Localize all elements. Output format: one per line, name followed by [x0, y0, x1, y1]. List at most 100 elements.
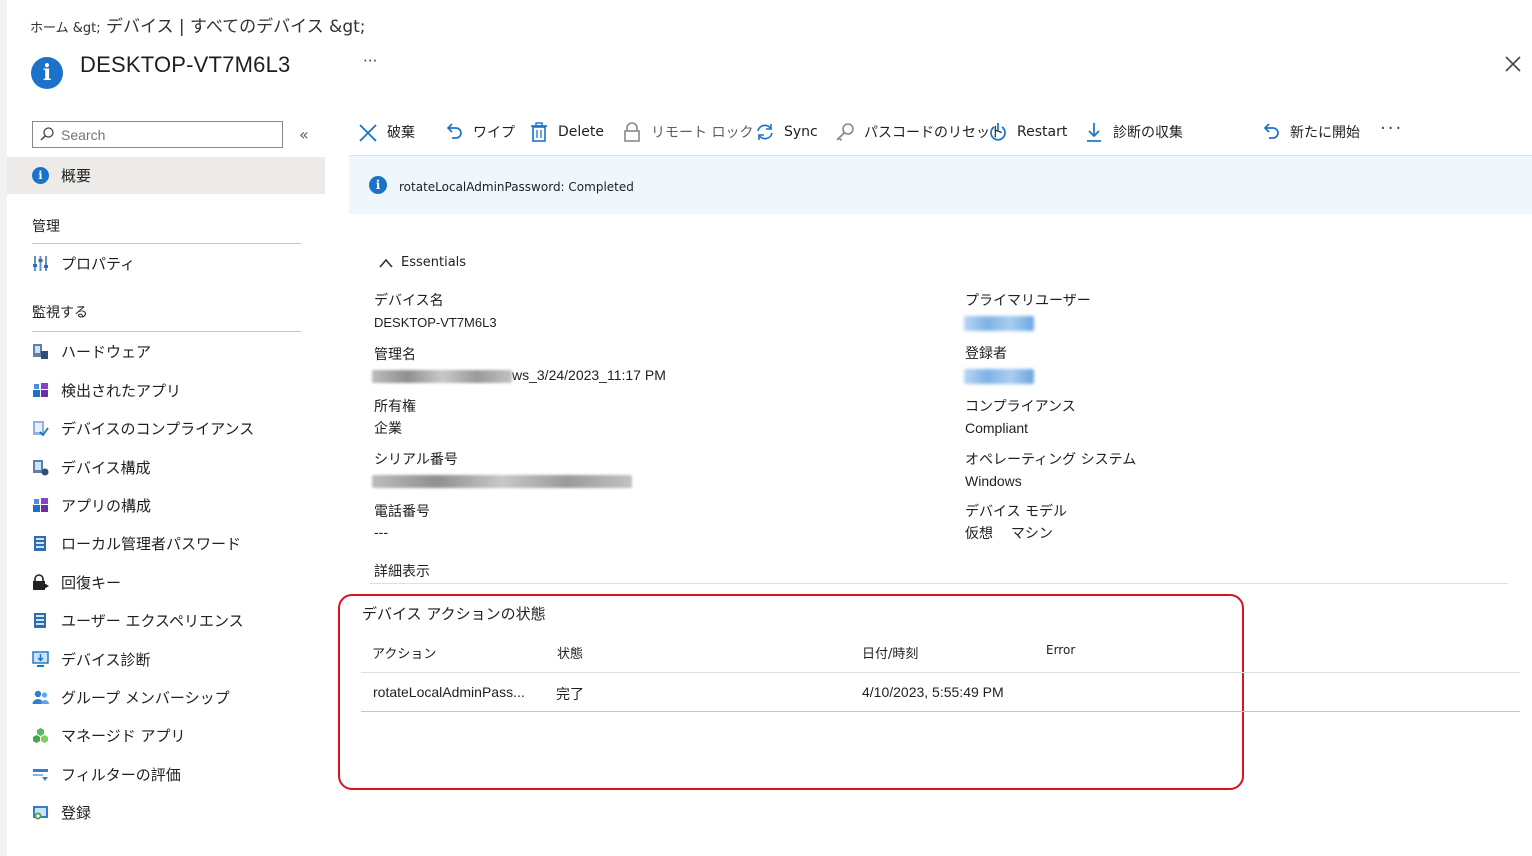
- sidebar-item-overview[interactable]: i 概要: [32, 163, 91, 187]
- sidebar-item-device-config[interactable]: デバイス構成: [32, 455, 151, 479]
- os-label: オペレーティング システム: [965, 452, 1137, 468]
- close-icon[interactable]: [1502, 53, 1524, 75]
- chevron-up-icon: [379, 258, 393, 268]
- delete-button[interactable]: Delete: [529, 118, 604, 146]
- sidebar-item-enrollment[interactable]: 登録: [32, 800, 91, 824]
- divider: [361, 672, 1520, 673]
- undo-icon: [446, 123, 462, 139]
- info-icon: i: [32, 166, 49, 184]
- sidebar-item-device-compliance[interactable]: デバイスのコンプライアンス: [32, 416, 254, 440]
- sidebar-item-discovered-apps[interactable]: 検出されたアプリ: [32, 378, 181, 402]
- search-input[interactable]: [61, 124, 276, 145]
- ownership-value: 企業: [374, 420, 402, 436]
- sidebar-item-properties[interactable]: プロパティ: [32, 251, 135, 275]
- app-config-icon: [33, 497, 48, 512]
- essentials-toggle[interactable]: Essentials: [378, 255, 466, 270]
- primary-user-value[interactable]: [964, 314, 1034, 331]
- diagnostics-icon: [32, 650, 49, 667]
- collapse-sidebar-icon[interactable]: «: [299, 125, 309, 144]
- sidebar-item-label: プロパティ: [61, 254, 136, 273]
- column-header-error[interactable]: Error: [1046, 643, 1075, 657]
- sidebar-item-group-membership[interactable]: グループ メンバーシップ: [32, 685, 230, 709]
- trash-icon: [531, 122, 547, 142]
- notification-banner: i rotateLocalAdminPassword: Completed: [349, 156, 1532, 214]
- redacted-text: [372, 369, 512, 383]
- fresh-start-button[interactable]: 新たに開始: [1261, 118, 1360, 146]
- reset-passcode-button[interactable]: パスコードのリセット: [835, 118, 1004, 146]
- toolbar-more-button[interactable]: ···: [1380, 118, 1403, 139]
- collect-diagnostics-button[interactable]: 診断の収集: [1084, 118, 1183, 146]
- redacted-link[interactable]: [964, 315, 1034, 331]
- wipe-button[interactable]: ワイプ: [444, 118, 515, 146]
- more-options-button[interactable]: ···: [363, 52, 377, 70]
- table-cell-action: rotateLocalAdminPass...: [373, 684, 525, 700]
- divider: [32, 331, 301, 332]
- reset-passcode-label: パスコードのリセット: [864, 125, 1004, 141]
- phone-number-value: ---: [374, 524, 388, 540]
- os-value: Windows: [965, 473, 1022, 489]
- managed-apps-icon: [33, 727, 48, 743]
- sync-icon: [757, 124, 773, 140]
- compliance-label: コンプライアンス: [965, 399, 1076, 415]
- sidebar-item-label: デバイス診断: [61, 650, 151, 669]
- management-name-label: 管理名: [374, 347, 416, 363]
- ownership-label: 所有権: [374, 399, 416, 415]
- compliance-icon: [33, 420, 49, 436]
- retire-button[interactable]: 破棄: [358, 118, 415, 146]
- sidebar-item-device-diagnostics[interactable]: デバイス診断: [32, 647, 151, 671]
- see-more-link[interactable]: 詳細表示: [374, 561, 430, 581]
- sidebar-item-label: 回復キー: [61, 573, 122, 592]
- restart-button[interactable]: Restart: [988, 118, 1067, 146]
- group-icon: [32, 690, 49, 704]
- column-header-action[interactable]: アクション: [372, 643, 436, 662]
- apps-icon: [33, 382, 48, 397]
- sidebar-item-managed-apps[interactable]: マネージド アプリ: [32, 723, 185, 747]
- breadcrumb-path[interactable]: デバイス | すべてのデバイス &gt;: [101, 17, 366, 37]
- search-box: [32, 121, 283, 148]
- sidebar-item-user-experience[interactable]: ユーザー エクスペリエンス: [32, 608, 244, 632]
- device-model-value: 仮想 マシン: [965, 525, 1053, 541]
- sidebar-item-label: 概要: [61, 166, 92, 185]
- management-name-value: ws_3/24/2023_11:17 PM: [372, 367, 666, 383]
- section-monitor: 監視する: [32, 305, 88, 321]
- fresh-start-label: 新たに開始: [1290, 125, 1360, 141]
- sidebar-item-label: アプリの構成: [61, 496, 152, 515]
- filter-icon: [33, 768, 48, 781]
- sidebar-item-local-admin-password[interactable]: ローカル管理者パスワード: [32, 531, 241, 555]
- redacted-link[interactable]: [964, 368, 1034, 384]
- sidebar-item-hardware[interactable]: ハードウェア: [32, 339, 151, 363]
- enrollment-icon: [33, 805, 48, 819]
- collect-diagnostics-label: 診断の収集: [1113, 125, 1183, 141]
- sidebar-item-label: ローカル管理者パスワード: [61, 534, 242, 553]
- column-header-datetime[interactable]: 日付/時刻: [862, 643, 918, 662]
- sidebar-item-app-config[interactable]: アプリの構成: [32, 493, 151, 517]
- sidebar-item-label: フィルターの評価: [61, 765, 181, 784]
- action-status-title: デバイス アクションの状態: [362, 605, 546, 623]
- sidebar-item-label: グループ メンバーシップ: [61, 688, 230, 707]
- search-icon: [40, 127, 54, 141]
- wipe-label: ワイプ: [473, 125, 515, 141]
- sidebar-item-recovery-keys[interactable]: 回復キー: [32, 570, 121, 594]
- sidebar-item-label: 登録: [61, 803, 92, 822]
- sidebar-item-label: ハードウェア: [61, 342, 152, 361]
- breadcrumb: ホーム &gt; デバイス | すべてのデバイス &gt;: [30, 12, 366, 37]
- page-title: DESKTOP-VT7M6L3: [80, 52, 291, 77]
- hardware-icon: [33, 343, 48, 359]
- serial-number-label: シリアル番号: [374, 452, 458, 468]
- delete-label: Delete: [558, 124, 604, 140]
- user-experience-icon: [34, 612, 46, 628]
- sync-label: Sync: [784, 124, 818, 140]
- redacted-text: [372, 474, 632, 488]
- enrolled-by-value[interactable]: [964, 367, 1034, 384]
- sidebar-item-filter-evaluation[interactable]: フィルターの評価: [32, 762, 181, 786]
- compliance-value[interactable]: Compliant: [965, 420, 1028, 436]
- sync-button[interactable]: Sync: [755, 118, 818, 146]
- breadcrumb-home[interactable]: ホーム &gt;: [30, 21, 101, 36]
- section-manage: 管理: [32, 219, 60, 235]
- column-header-status[interactable]: 状態: [557, 643, 583, 662]
- phone-number-label: 電話番号: [374, 504, 430, 520]
- device-config-icon: [33, 459, 49, 475]
- remote-lock-button[interactable]: リモート ロック: [622, 118, 753, 146]
- divider: [32, 243, 301, 244]
- primary-user-label: プライマリユーザー: [965, 293, 1091, 309]
